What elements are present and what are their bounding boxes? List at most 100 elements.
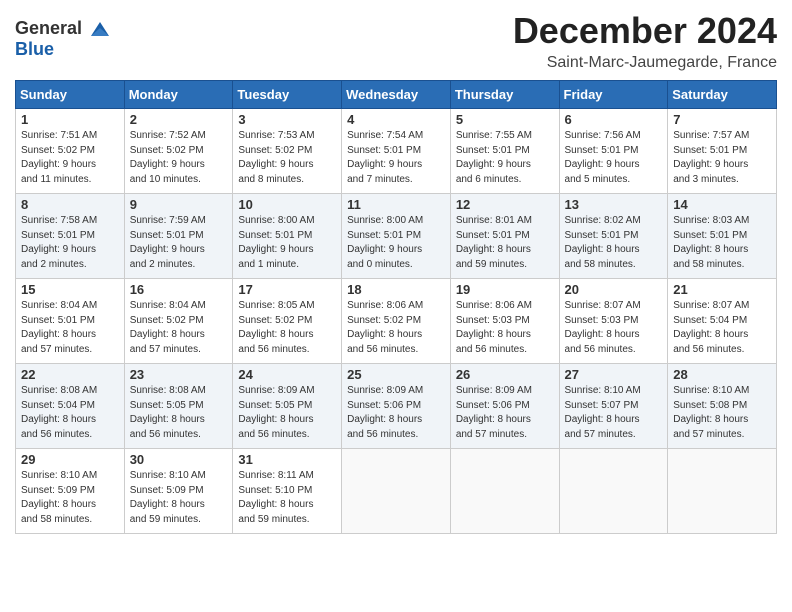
day-content: Sunrise: 8:08 AMSunset: 5:05 PMDaylight:… bbox=[130, 384, 228, 442]
day-info-line: Sunrise: 7:54 AM bbox=[347, 129, 445, 144]
day-info-line: Sunrise: 8:10 AM bbox=[565, 384, 663, 399]
day-info-line: Daylight: 8 hours bbox=[238, 328, 336, 343]
day-info-line: and 58 minutes. bbox=[21, 513, 119, 528]
calendar-cell: 5Sunrise: 7:55 AMSunset: 5:01 PMDaylight… bbox=[450, 109, 559, 194]
day-content: Sunrise: 7:57 AMSunset: 5:01 PMDaylight:… bbox=[673, 129, 771, 187]
day-info-line: Daylight: 9 hours bbox=[130, 243, 228, 258]
day-info-line: Sunset: 5:09 PM bbox=[130, 484, 228, 499]
calendar-cell: 29Sunrise: 8:10 AMSunset: 5:09 PMDayligh… bbox=[16, 449, 125, 534]
day-info-line: Daylight: 8 hours bbox=[565, 413, 663, 428]
calendar-cell: 16Sunrise: 8:04 AMSunset: 5:02 PMDayligh… bbox=[124, 279, 233, 364]
day-info-line: Daylight: 8 hours bbox=[456, 413, 554, 428]
day-info-line: Sunset: 5:02 PM bbox=[238, 314, 336, 329]
day-info-line: Daylight: 9 hours bbox=[673, 158, 771, 173]
weekday-header-tuesday: Tuesday bbox=[233, 81, 342, 109]
calendar-cell: 2Sunrise: 7:52 AMSunset: 5:02 PMDaylight… bbox=[124, 109, 233, 194]
day-info-line: Daylight: 8 hours bbox=[21, 328, 119, 343]
day-info-line: Sunset: 5:09 PM bbox=[21, 484, 119, 499]
day-info-line: and 59 minutes. bbox=[130, 513, 228, 528]
day-content: Sunrise: 7:59 AMSunset: 5:01 PMDaylight:… bbox=[130, 214, 228, 272]
day-info-line: and 6 minutes. bbox=[456, 173, 554, 188]
day-info-line: Sunset: 5:05 PM bbox=[130, 399, 228, 414]
weekday-header-wednesday: Wednesday bbox=[342, 81, 451, 109]
calendar-cell bbox=[668, 449, 777, 534]
day-info-line: and 2 minutes. bbox=[21, 258, 119, 273]
day-number: 11 bbox=[347, 197, 445, 212]
day-info-line: Sunrise: 7:55 AM bbox=[456, 129, 554, 144]
day-info-line: and 57 minutes. bbox=[456, 428, 554, 443]
day-content: Sunrise: 8:09 AMSunset: 5:06 PMDaylight:… bbox=[456, 384, 554, 442]
calendar-cell: 14Sunrise: 8:03 AMSunset: 5:01 PMDayligh… bbox=[668, 194, 777, 279]
day-info-line: Daylight: 9 hours bbox=[21, 158, 119, 173]
calendar-cell: 26 Sunrise: 8:09 AMSunset: 5:06 PMDayligh… bbox=[450, 364, 559, 449]
day-content: Sunrise: 8:01 AMSunset: 5:01 PMDaylight:… bbox=[456, 214, 554, 272]
day-info-line: Sunset: 5:01 PM bbox=[238, 229, 336, 244]
calendar-cell: 7Sunrise: 7:57 AMSunset: 5:01 PMDaylight… bbox=[668, 109, 777, 194]
day-info-line: Sunset: 5:10 PM bbox=[238, 484, 336, 499]
day-info-line: Sunrise: 8:09 AM bbox=[238, 384, 336, 399]
day-number: 2 bbox=[130, 112, 228, 127]
day-info-line: Sunset: 5:02 PM bbox=[21, 144, 119, 159]
weekday-header-friday: Friday bbox=[559, 81, 668, 109]
day-number: 4 bbox=[347, 112, 445, 127]
day-info-line: Sunrise: 7:59 AM bbox=[130, 214, 228, 229]
day-info-line: Sunrise: 8:07 AM bbox=[673, 299, 771, 314]
day-info-line: and 58 minutes. bbox=[673, 258, 771, 273]
day-info-line: and 57 minutes. bbox=[21, 343, 119, 358]
logo-blue: Blue bbox=[15, 40, 111, 60]
day-info-line: Daylight: 8 hours bbox=[21, 498, 119, 513]
day-info-line: Daylight: 8 hours bbox=[673, 413, 771, 428]
calendar-week-3: 15Sunrise: 8:04 AMSunset: 5:01 PMDayligh… bbox=[16, 279, 777, 364]
day-info-line: and 5 minutes. bbox=[565, 173, 663, 188]
day-info-line: Daylight: 9 hours bbox=[565, 158, 663, 173]
day-info-line: Daylight: 8 hours bbox=[673, 328, 771, 343]
day-number: 16 bbox=[130, 282, 228, 297]
day-info-line: Daylight: 9 hours bbox=[456, 158, 554, 173]
day-content: Sunrise: 7:55 AMSunset: 5:01 PMDaylight:… bbox=[456, 129, 554, 187]
day-number: 31 bbox=[238, 452, 336, 467]
subtitle: Saint-Marc-Jaumegarde, France bbox=[513, 54, 777, 72]
day-number: 3 bbox=[238, 112, 336, 127]
day-info-line: Sunrise: 8:02 AM bbox=[565, 214, 663, 229]
header: General Blue December 2024 Saint-Marc-Ja… bbox=[15, 10, 777, 72]
calendar-cell bbox=[450, 449, 559, 534]
day-number: 20 bbox=[565, 282, 663, 297]
day-number: 6 bbox=[565, 112, 663, 127]
day-info-line: Sunrise: 7:52 AM bbox=[130, 129, 228, 144]
day-number: 26 bbox=[456, 367, 554, 382]
day-info-line: Sunrise: 8:06 AM bbox=[347, 299, 445, 314]
main-title: December 2024 bbox=[513, 10, 777, 52]
day-info-line: Sunset: 5:01 PM bbox=[347, 144, 445, 159]
day-content: Sunrise: 8:10 AMSunset: 5:09 PMDaylight:… bbox=[130, 469, 228, 527]
day-info-line: and 59 minutes. bbox=[456, 258, 554, 273]
calendar-cell: 18Sunrise: 8:06 AMSunset: 5:02 PMDayligh… bbox=[342, 279, 451, 364]
day-number: 21 bbox=[673, 282, 771, 297]
calendar-cell: 25Sunrise: 8:09 AMSunset: 5:06 PMDayligh… bbox=[342, 364, 451, 449]
day-info-line: Sunrise: 8:08 AM bbox=[21, 384, 119, 399]
day-number: 8 bbox=[21, 197, 119, 212]
day-info-line: and 57 minutes. bbox=[565, 428, 663, 443]
day-info-line: Sunset: 5:03 PM bbox=[456, 314, 554, 329]
day-info-line: Sunrise: 8:05 AM bbox=[238, 299, 336, 314]
day-number: 28 bbox=[673, 367, 771, 382]
day-content: Sunrise: 8:10 AMSunset: 5:08 PMDaylight:… bbox=[673, 384, 771, 442]
calendar-cell: 24Sunrise: 8:09 AMSunset: 5:05 PMDayligh… bbox=[233, 364, 342, 449]
day-info-line: Daylight: 8 hours bbox=[347, 328, 445, 343]
day-info-line: Daylight: 8 hours bbox=[21, 413, 119, 428]
day-info-line: and 59 minutes. bbox=[238, 513, 336, 528]
calendar-cell: 19Sunrise: 8:06 AMSunset: 5:03 PMDayligh… bbox=[450, 279, 559, 364]
day-info-line: Sunset: 5:02 PM bbox=[130, 314, 228, 329]
day-info-line: Sunrise: 8:04 AM bbox=[21, 299, 119, 314]
day-info-line: and 57 minutes. bbox=[673, 428, 771, 443]
day-info-line: and 56 minutes. bbox=[673, 343, 771, 358]
title-block: December 2024 Saint-Marc-Jaumegarde, Fra… bbox=[513, 10, 777, 72]
day-number: 10 bbox=[238, 197, 336, 212]
day-info-line: and 56 minutes. bbox=[347, 343, 445, 358]
day-info-line: Daylight: 9 hours bbox=[130, 158, 228, 173]
calendar-cell: 4Sunrise: 7:54 AMSunset: 5:01 PMDaylight… bbox=[342, 109, 451, 194]
day-number: 19 bbox=[456, 282, 554, 297]
day-info-line: and 3 minutes. bbox=[673, 173, 771, 188]
day-info-line: and 11 minutes. bbox=[21, 173, 119, 188]
logo-icon bbox=[89, 18, 111, 40]
day-info-line: Daylight: 8 hours bbox=[456, 328, 554, 343]
